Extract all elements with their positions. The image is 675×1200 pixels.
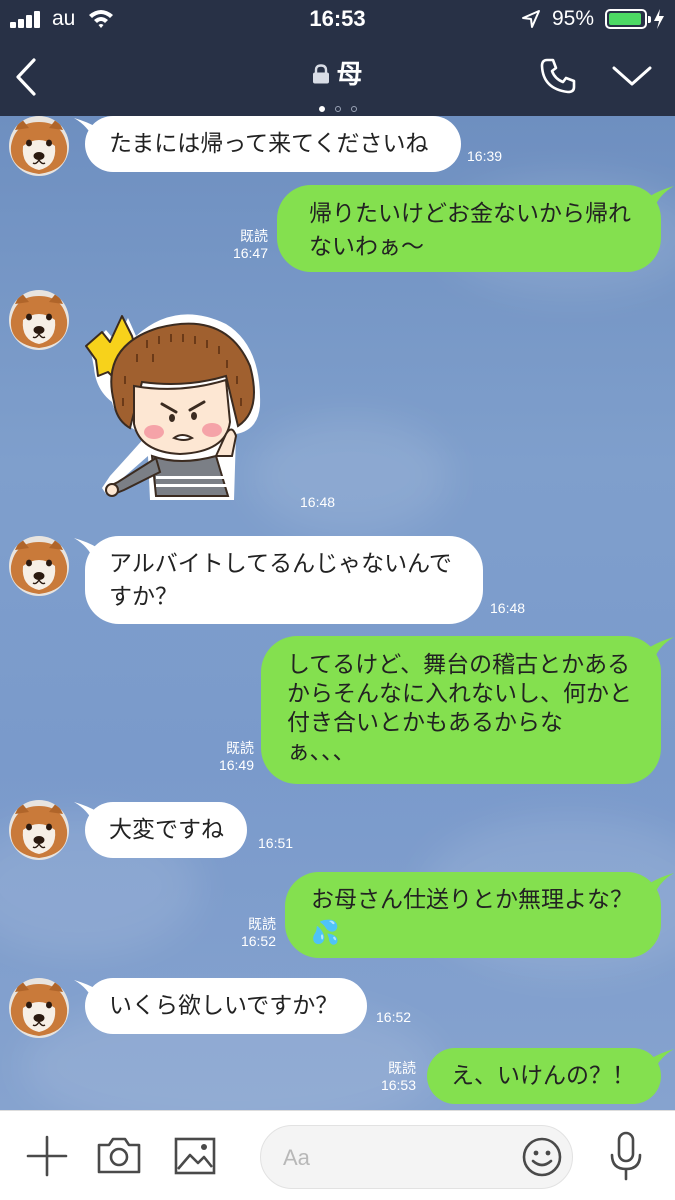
angry-girl-sticker[interactable] bbox=[76, 306, 274, 506]
message-meta: 16:51 bbox=[258, 835, 304, 852]
read-receipt: 既読 bbox=[388, 1060, 416, 1076]
message-time: 16:52 bbox=[376, 1009, 412, 1025]
message-text: アルバイトしてるんじゃないんで すか？ bbox=[109, 551, 452, 610]
message-bubble-incoming[interactable]: たまには帰って来てくださいね bbox=[85, 116, 461, 172]
message-input-bar bbox=[0, 1110, 675, 1200]
message-text: 大変ですね bbox=[109, 817, 224, 843]
chat-area[interactable]: たまには帰って来てくださいね 16:39 既読 16:47 帰りたいけどお金ない… bbox=[0, 116, 675, 1110]
read-receipt: 既読 bbox=[240, 228, 268, 244]
sky-cloud bbox=[250, 416, 450, 536]
message-bubble-incoming[interactable]: 大変ですね bbox=[85, 802, 247, 858]
message-time: 16:49 bbox=[218, 757, 254, 773]
message-field[interactable] bbox=[260, 1125, 573, 1189]
message-meta: 16:48 bbox=[300, 494, 346, 511]
message-time: 16:48 bbox=[490, 600, 526, 616]
battery-percent: 95% bbox=[552, 7, 595, 30]
message-text: え、いけんの？！ bbox=[451, 1063, 635, 1089]
message-time: 16:51 bbox=[258, 835, 294, 851]
avatar[interactable] bbox=[9, 290, 69, 350]
message-time: 16:47 bbox=[232, 245, 268, 261]
top-bar: au 16:53 95% 母 bbox=[0, 0, 675, 116]
chevron-down-icon[interactable] bbox=[610, 60, 654, 92]
page-dot bbox=[334, 106, 341, 112]
battery-icon bbox=[605, 9, 651, 29]
page-dot bbox=[350, 106, 357, 112]
bubble-tail bbox=[650, 873, 674, 895]
message-meta: 16:52 bbox=[376, 1009, 422, 1026]
message-time: 16:39 bbox=[467, 148, 503, 164]
message-input[interactable] bbox=[283, 1144, 513, 1172]
message-text: たまには帰って来てくださいね bbox=[109, 131, 429, 157]
message-bubble-outgoing[interactable]: お母さん仕送りとか無理よな？ 💦 bbox=[285, 872, 661, 958]
microphone-icon[interactable] bbox=[606, 1131, 646, 1183]
message-text: してるけど、舞台の稽古とかある からそんなに入れないし、何かと 付き合いとかもあ… bbox=[287, 652, 632, 765]
message-bubble-incoming[interactable]: いくら欲しいですか？ bbox=[85, 978, 367, 1034]
message-bubble-outgoing[interactable]: してるけど、舞台の稽古とかある からそんなに入れないし、何かと 付き合いとかもあ… bbox=[261, 636, 661, 784]
message-text: 帰りたいけどお金ないから帰れ ないわぁ〜 bbox=[309, 201, 631, 260]
image-icon[interactable] bbox=[174, 1137, 216, 1175]
camera-icon[interactable] bbox=[96, 1135, 142, 1175]
emoji-icon[interactable] bbox=[521, 1136, 563, 1178]
read-receipt: 既読 bbox=[248, 916, 276, 932]
message-time: 16:48 bbox=[300, 494, 336, 510]
message-bubble-outgoing[interactable]: 帰りたいけどお金ないから帰れ ないわぁ〜 bbox=[277, 185, 661, 272]
lock-icon bbox=[313, 64, 330, 84]
bubble-tail bbox=[650, 637, 674, 659]
message-bubble-incoming[interactable]: アルバイトしてるんじゃないんで すか？ bbox=[85, 536, 483, 624]
message-bubble-outgoing[interactable]: え、いけんの？！ bbox=[427, 1048, 661, 1104]
message-meta: 既読 16:49 bbox=[186, 740, 254, 774]
message-time: 16:52 bbox=[240, 933, 276, 949]
avatar[interactable] bbox=[9, 800, 69, 860]
charging-bolt-icon bbox=[654, 9, 664, 29]
read-receipt: 既読 bbox=[226, 740, 254, 756]
avatar[interactable] bbox=[9, 116, 69, 176]
message-meta: 16:39 bbox=[467, 148, 513, 165]
phone-icon[interactable] bbox=[538, 56, 578, 96]
message-text: いくら欲しいですか？ bbox=[109, 993, 339, 1019]
status-bar: au 16:53 95% bbox=[0, 0, 675, 40]
location-arrow-icon bbox=[522, 10, 540, 28]
chat-header: 母 bbox=[0, 40, 675, 116]
message-meta: 既読 16:53 bbox=[350, 1060, 416, 1094]
bubble-tail bbox=[650, 186, 674, 208]
page-dot-active bbox=[318, 106, 325, 112]
page-indicator bbox=[0, 97, 675, 116]
message-time: 16:53 bbox=[380, 1077, 416, 1093]
message-text: お母さん仕送りとか無理よな？ 💦 bbox=[311, 887, 633, 946]
avatar[interactable] bbox=[9, 536, 69, 596]
avatar[interactable] bbox=[9, 978, 69, 1038]
bubble-tail bbox=[650, 1049, 674, 1071]
chat-partner-name: 母 bbox=[336, 60, 363, 90]
plus-icon[interactable] bbox=[26, 1135, 68, 1177]
message-meta: 既読 16:47 bbox=[200, 228, 268, 262]
message-meta: 16:48 bbox=[490, 600, 536, 617]
message-meta: 既読 16:52 bbox=[210, 916, 276, 950]
